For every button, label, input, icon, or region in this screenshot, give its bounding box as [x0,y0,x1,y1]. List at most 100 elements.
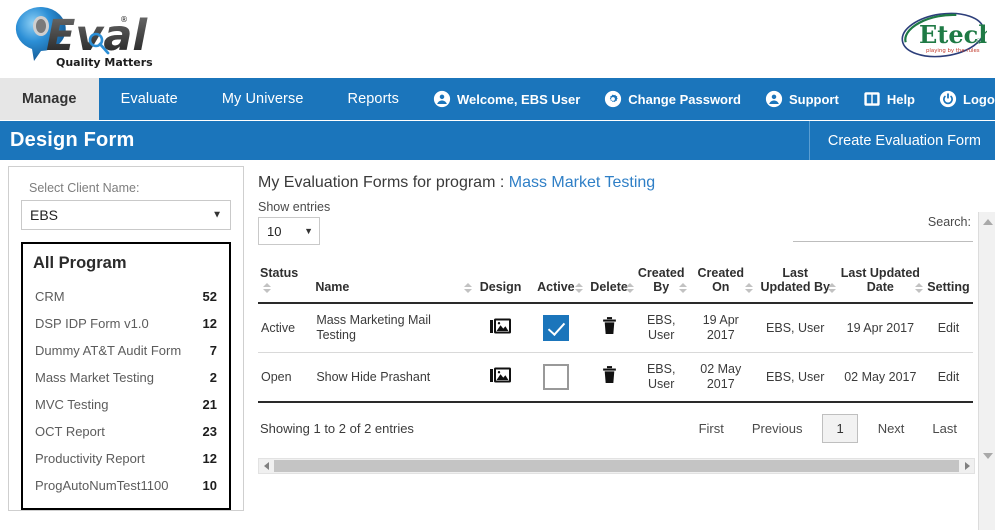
edit-link[interactable]: Edit [938,370,960,384]
qeval-logo: Eval ® Quality Matters [8,4,198,70]
sort-icon[interactable] [915,283,924,293]
program-name: Productivity Report [35,451,145,466]
cell-created-on: 02 May 2017 [687,352,754,403]
showing-entries-text: Showing 1 to 2 of 2 entries [260,421,414,436]
scroll-right-arrow-icon[interactable] [960,459,974,473]
client-program-sidebar: Select Client Name: EBS ▼ All Program CR… [8,166,244,511]
column-header-delete[interactable]: Delete [583,260,635,304]
sort-icon[interactable] [679,283,688,293]
pagination-last[interactable]: Last [918,415,971,442]
table-horizontal-scrollbar[interactable] [258,458,975,474]
change-password-label: Change Password [628,91,741,107]
cell-delete [583,303,635,353]
main-navigation: Manage Evaluate My Universe Reports Welc… [0,78,995,120]
program-count: 12 [202,316,217,331]
pagination-previous[interactable]: Previous [738,415,817,442]
cell-status: Active [258,303,314,353]
sidebar-item-dummy-att-audit-form[interactable]: Dummy AT&T Audit Form 7 [33,337,219,364]
column-header-setting[interactable]: Setting [923,260,973,304]
column-label: Delete [590,280,628,294]
forms-heading-prefix: My Evaluation Forms for program : [258,174,505,191]
nav-tab-label: Evaluate [120,91,178,107]
sort-icon[interactable] [262,282,271,293]
nav-tab-my-universe[interactable]: My Universe [200,78,326,120]
column-header-last-updated-date[interactable]: Last Updated Date [836,260,924,304]
cell-last-updated-by: EBS, User [753,303,837,353]
change-password-link[interactable]: Change Password [592,90,753,108]
nav-tab-evaluate[interactable]: Evaluate [99,78,200,120]
sort-icon[interactable] [626,283,635,293]
column-header-created-by[interactable]: Created By [634,260,688,304]
column-header-last-updated-by[interactable]: Last Updated By [753,260,837,304]
column-header-name[interactable]: Name [313,260,473,304]
cell-created-by: EBS, User [634,303,688,353]
search-input[interactable] [793,220,973,242]
column-header-created-on[interactable]: Created On [687,260,754,304]
support-link[interactable]: Support [753,90,851,108]
sort-icon[interactable] [828,283,837,293]
pagination-page-1[interactable]: 1 [822,414,858,443]
logout-link[interactable]: Logout [927,90,995,108]
program-list-box: All Program CRM 52 DSP IDP Form v1.0 12 … [21,242,231,510]
trash-icon[interactable] [602,317,617,335]
scroll-up-arrow-icon[interactable] [979,214,995,230]
column-header-status[interactable]: Status [258,260,314,304]
client-name-select[interactable]: EBS ▼ [21,200,231,230]
sidebar-item-mvc-testing[interactable]: MVC Testing 21 [33,391,219,418]
active-checkbox[interactable] [542,315,569,341]
page-title: Design Form [10,129,135,151]
page-vertical-scrollbar[interactable] [978,212,995,530]
page-root: Eval ® Quality Matters Etech ® playing b… [0,0,995,530]
column-label: Setting [927,280,970,294]
nav-tab-manage[interactable]: Manage [0,78,99,120]
pagination-next[interactable]: Next [864,415,919,442]
user-circle-icon [765,90,783,108]
sidebar-item-progautonumtest1100[interactable]: ProgAutoNumTest1100 10 [33,472,219,499]
entries-value: 10 [267,223,282,239]
horizontal-scroll-thumb[interactable] [274,460,959,472]
cell-last-updated-by: EBS, User [753,352,837,403]
image-icon[interactable] [489,317,512,335]
sidebar-item-oct-report[interactable]: OCT Report 23 [33,418,219,445]
column-header-active[interactable]: Active [528,260,584,304]
logo-bar: Eval ® Quality Matters Etech ® playing b… [0,0,995,78]
show-entries-label: Show entries [258,200,331,214]
sidebar-item-crm[interactable]: CRM 52 [33,283,219,310]
sidebar-item-mass-market-testing[interactable]: Mass Market Testing 2 [33,364,219,391]
nav-tab-reports[interactable]: Reports [326,78,421,120]
column-label: Created On [697,266,745,294]
scroll-down-arrow-icon[interactable] [979,448,995,464]
welcome-user-link[interactable]: Welcome, EBS User [421,90,592,108]
sidebar-item-productivity-report[interactable]: Productivity Report 12 [33,445,219,472]
program-count: 7 [209,343,217,358]
sidebar-item-dsp-idp-form[interactable]: DSP IDP Form v1.0 12 [33,310,219,337]
book-icon [863,90,881,108]
active-checkbox[interactable] [542,364,569,390]
scroll-left-arrow-icon[interactable] [259,459,273,473]
forms-heading-program-link[interactable]: Mass Market Testing [509,174,655,191]
pagination-first[interactable]: First [685,415,738,442]
help-label: Help [886,91,915,107]
cell-setting: Edit [923,352,973,403]
chevron-down-icon: ▼ [212,209,222,221]
user-circle-icon [433,90,451,108]
sort-icon[interactable] [464,283,473,293]
gear-icon [604,90,622,108]
nav-tab-label: My Universe [221,91,304,107]
sort-icon[interactable] [575,283,584,293]
program-count: 12 [202,451,217,466]
entries-per-page-select[interactable]: 10 ▼ [258,217,320,245]
image-icon[interactable] [489,366,512,384]
table-row: Open Show Hide Prashant EBS, User 02 May… [258,352,973,403]
sort-icon[interactable] [745,283,754,293]
cell-status: Open [258,352,314,403]
svg-text:®: ® [120,15,128,24]
program-name: Dummy AT&T Audit Form [35,343,182,358]
trash-icon[interactable] [602,366,617,384]
edit-link[interactable]: Edit [938,321,960,335]
help-link[interactable]: Help [851,90,927,108]
create-evaluation-form-button[interactable]: Create Evaluation Form [808,121,995,160]
pagination: First Previous 1 Next Last [685,414,971,443]
column-header-design[interactable]: Design [472,260,529,304]
program-count: 10 [202,478,217,493]
